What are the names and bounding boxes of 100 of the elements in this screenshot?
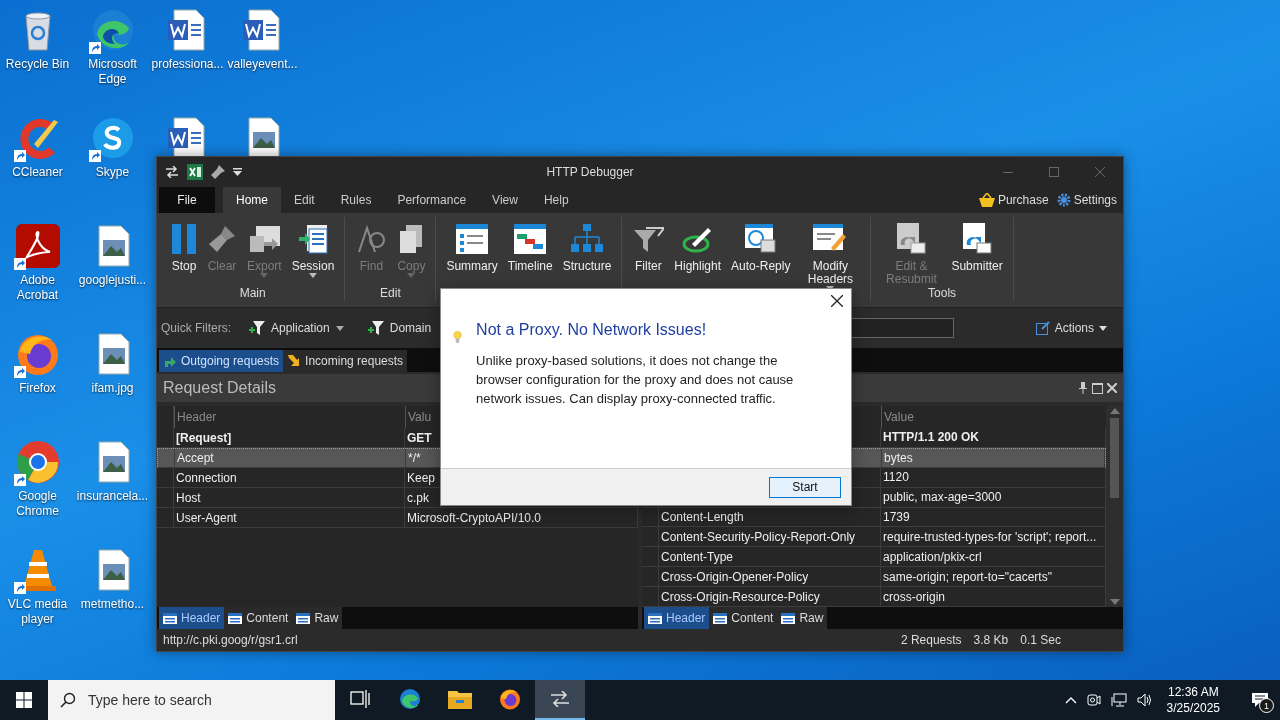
document-lines-icon bbox=[228, 612, 243, 624]
header-name-cell: Content-Length bbox=[659, 507, 881, 527]
pane-tab[interactable]: Raw bbox=[777, 607, 828, 629]
desktop-icon-label[interactable]: googlejusti... bbox=[78, 273, 147, 288]
pause-icon bbox=[171, 224, 197, 254]
document-lines-icon bbox=[713, 612, 728, 624]
header-value-cell: bytes bbox=[882, 448, 1105, 467]
menu-tab[interactable]: Rules bbox=[327, 187, 385, 213]
desktop-icon-label[interactable]: Skype bbox=[95, 165, 130, 180]
ribbon-group-label: Tools bbox=[928, 286, 957, 301]
menu-tab[interactable]: View bbox=[479, 187, 531, 213]
funnel-plus-icon bbox=[249, 321, 265, 335]
menu-tab[interactable]: Performance bbox=[384, 187, 480, 213]
ribbon-button[interactable]: Submitter bbox=[946, 221, 1008, 273]
speaker-icon[interactable] bbox=[1136, 693, 1153, 707]
scrollbar[interactable] bbox=[1106, 406, 1123, 607]
request-tab[interactable]: Incoming requests bbox=[283, 350, 408, 372]
menu-tab[interactable]: Home bbox=[223, 187, 281, 213]
file-menu[interactable]: File bbox=[159, 187, 215, 213]
dropdown-icon[interactable] bbox=[233, 168, 242, 176]
desktop-icon-label[interactable]: Microsoft Edge bbox=[75, 57, 150, 87]
minimize-icon[interactable] bbox=[1003, 171, 1013, 173]
desktop-icon-label[interactable]: metmetho... bbox=[80, 597, 145, 612]
pane-tab[interactable]: Header bbox=[159, 607, 225, 629]
table-row[interactable]: Content-Type application/pkix-crl bbox=[642, 547, 1106, 568]
desktop-icon-label[interactable]: Adobe Acrobat bbox=[0, 273, 75, 303]
header-name-cell: User-Agent bbox=[174, 508, 405, 527]
quick-filters-label: Quick Filters: bbox=[161, 321, 231, 335]
request-tab[interactable]: Outgoing requests bbox=[159, 350, 284, 372]
clock[interactable]: 12:36 AM 3/25/2025 bbox=[1166, 684, 1220, 716]
table-row[interactable]: Content-Security-Policy-Report-Only require-trusted-types-for 'script'; report... bbox=[642, 527, 1106, 548]
scroll-up-arrow-icon[interactable] bbox=[1109, 408, 1120, 414]
header-name-cell: Accept bbox=[175, 449, 406, 467]
panel-title: Request Details bbox=[163, 379, 276, 397]
find-icon bbox=[355, 224, 388, 254]
resubmit-icon bbox=[895, 223, 928, 255]
ribbon-button[interactable]: Session bbox=[286, 221, 340, 278]
desktop-icon-label[interactable]: VLC media player bbox=[0, 597, 75, 627]
desktop-icon-label[interactable]: ifam.jpg bbox=[91, 381, 134, 396]
ribbon-button[interactable]: Timeline bbox=[502, 221, 558, 273]
desktop-icon-label[interactable]: professiona... bbox=[151, 57, 224, 72]
pane-tab[interactable]: Raw bbox=[292, 607, 343, 629]
taskbar-search-field[interactable]: Type here to search bbox=[48, 680, 335, 720]
ribbon-button[interactable]: Stop bbox=[166, 221, 202, 273]
actions-button[interactable]: Actions bbox=[1035, 321, 1107, 335]
task-view-icon bbox=[350, 690, 370, 708]
header-name-cell: Cross-Origin-Resource-Policy bbox=[659, 587, 881, 607]
menu-tab[interactable]: Help bbox=[530, 187, 582, 213]
ribbon-button[interactable]: Structure bbox=[557, 221, 617, 273]
basket-icon bbox=[978, 193, 995, 207]
desktop-icon-label[interactable]: Recycle Bin bbox=[5, 57, 70, 72]
pane-tab[interactable]: Content bbox=[224, 607, 293, 629]
ribbon-button[interactable]: Filter bbox=[627, 221, 670, 273]
elapsed-time: 0.1 Sec bbox=[1020, 633, 1061, 647]
desktop-icon-label[interactable]: CCleaner bbox=[12, 165, 63, 180]
globe-window-icon bbox=[744, 224, 777, 254]
toolbar-link[interactable]: Purchase bbox=[978, 193, 1049, 207]
table-row[interactable]: User-Agent Microsoft-CryptoAPI/10.0 bbox=[157, 508, 638, 528]
scroll-down-arrow-icon[interactable] bbox=[1109, 599, 1120, 605]
swap-arrows-icon[interactable] bbox=[165, 166, 179, 178]
filter-dropdown[interactable]: Domain bbox=[367, 321, 432, 335]
settings-icon bbox=[1056, 193, 1071, 207]
caret-icon bbox=[309, 273, 318, 278]
header-name-cell: Host bbox=[174, 488, 405, 507]
table-row[interactable]: Content-Length 1739 bbox=[642, 507, 1106, 528]
table-row[interactable]: Cross-Origin-Opener-Policy same-origin; report-to="cacerts" bbox=[642, 567, 1106, 588]
start-button[interactable]: Start bbox=[769, 476, 841, 498]
close-icon[interactable] bbox=[831, 295, 843, 307]
caret-icon bbox=[260, 273, 269, 278]
column-header[interactable]: Header bbox=[174, 406, 405, 428]
filter-dropdown[interactable]: Application bbox=[249, 321, 344, 335]
folder-icon bbox=[448, 689, 472, 709]
brush-icon[interactable] bbox=[211, 165, 225, 179]
taskbar-app[interactable] bbox=[535, 680, 585, 720]
ribbon-group-label: Edit bbox=[380, 286, 401, 301]
pane-tab[interactable]: Header bbox=[644, 607, 710, 629]
desktop-icon-label[interactable]: Firefox bbox=[19, 381, 56, 396]
pin-icon[interactable] bbox=[1078, 382, 1088, 394]
toolbar-link[interactable]: Settings bbox=[1056, 193, 1117, 207]
data-size: 3.8 Kb bbox=[973, 633, 1009, 647]
funnel-icon bbox=[632, 224, 665, 254]
chevron-up-icon[interactable] bbox=[1064, 696, 1077, 704]
scroll-thumb[interactable] bbox=[1110, 418, 1119, 498]
notification-count: 1 bbox=[1259, 698, 1274, 713]
document-lines-icon bbox=[648, 612, 662, 624]
pane-tab[interactable]: Content bbox=[709, 607, 778, 629]
request-count: 2 Requests bbox=[900, 633, 962, 647]
spreadsheet-icon[interactable] bbox=[187, 164, 203, 180]
ribbon-button[interactable]: Highlight bbox=[669, 221, 727, 273]
caret-icon bbox=[335, 325, 344, 331]
ribbon-button[interactable]: Summary bbox=[441, 221, 503, 273]
dialog-title: Not a Proxy. No Network Issues! bbox=[476, 321, 708, 339]
network-icon[interactable] bbox=[1110, 693, 1127, 707]
ribbon-button[interactable]: Auto-Reply bbox=[726, 221, 796, 273]
desktop-icon-label[interactable]: valleyevent... bbox=[227, 57, 298, 72]
submitter-icon bbox=[961, 223, 994, 255]
firefox-icon bbox=[498, 687, 522, 711]
menu-tab[interactable]: Edit bbox=[281, 187, 328, 213]
camera-icon[interactable] bbox=[1086, 693, 1101, 707]
summary-list-icon bbox=[456, 224, 489, 254]
